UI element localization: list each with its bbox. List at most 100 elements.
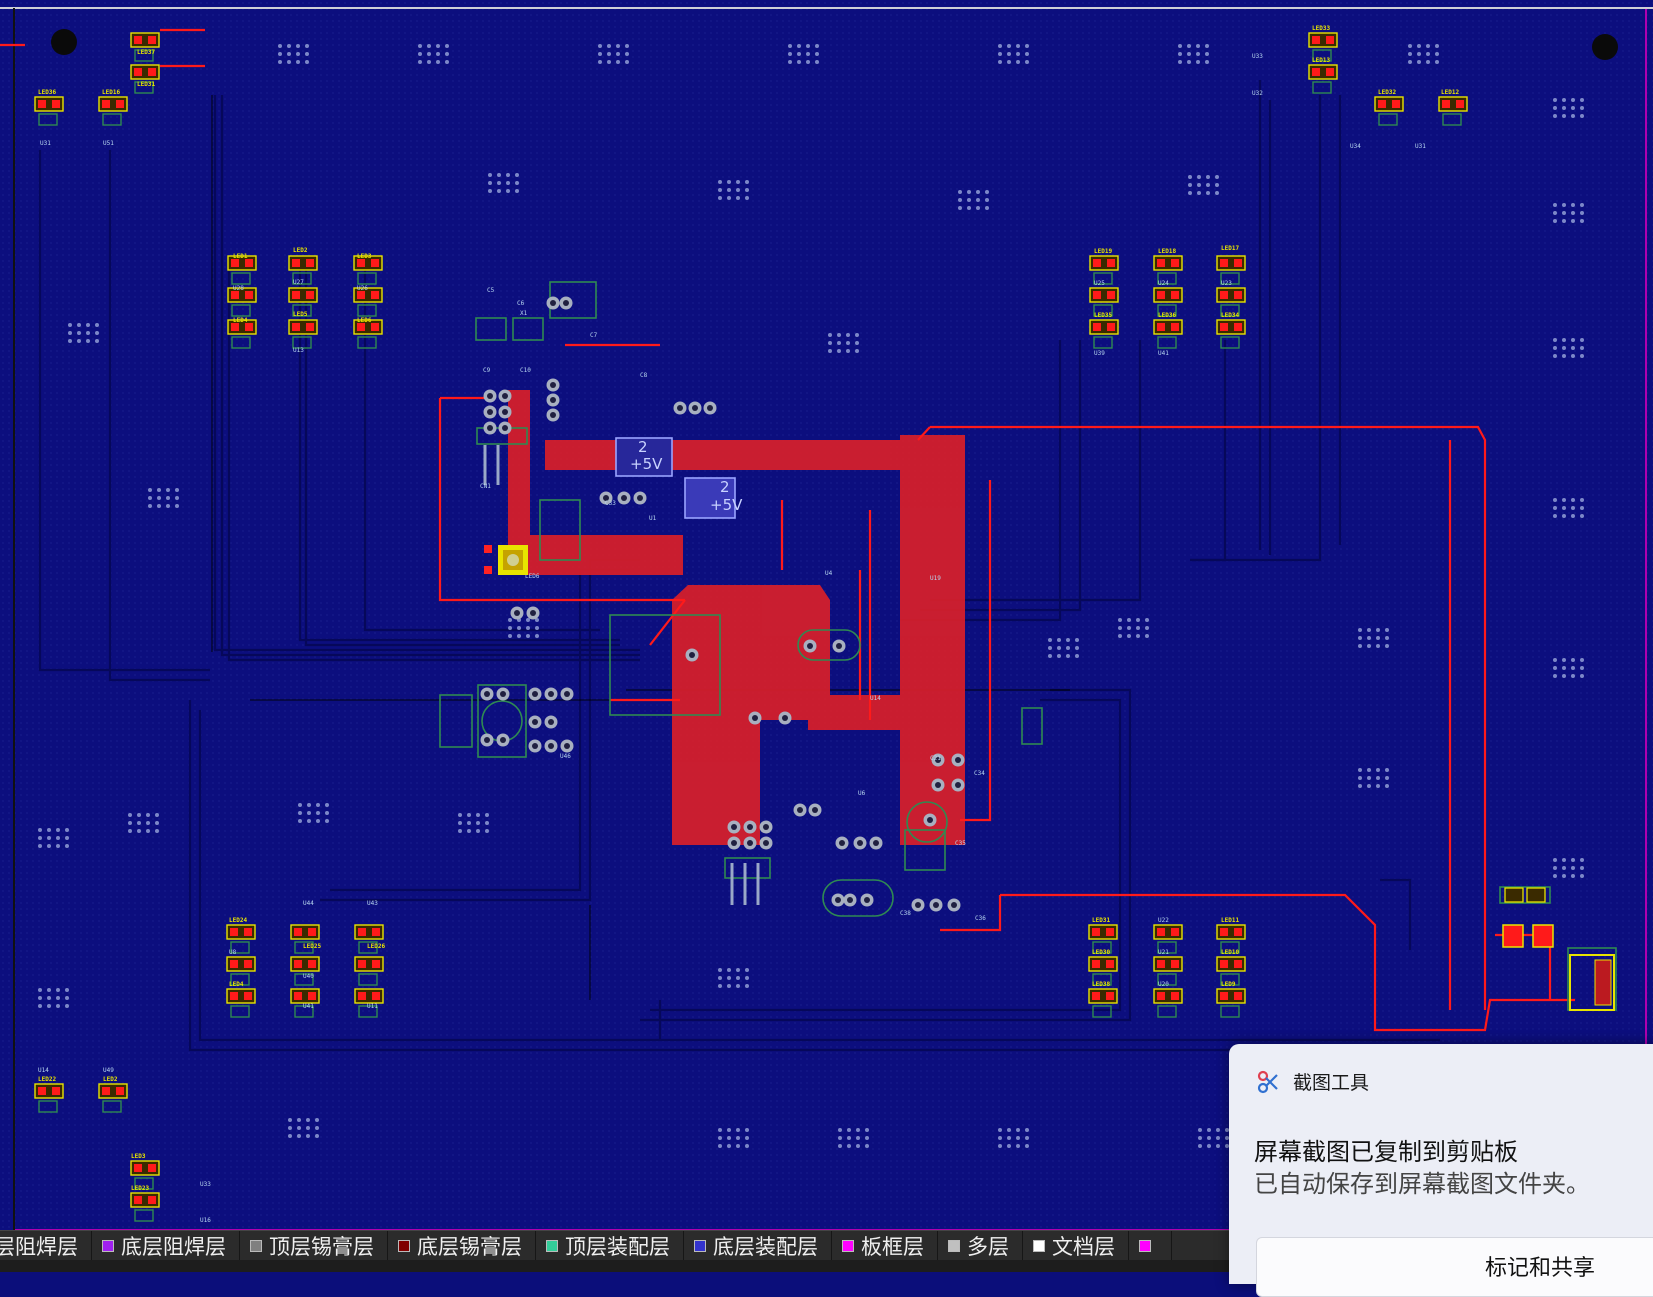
designator-label: C5 [487, 287, 495, 294]
designator-label: LED26 [367, 943, 385, 950]
designator-label: C7 [590, 332, 598, 339]
designator-label: LED6 [357, 317, 372, 324]
designator-label: U11 [367, 1003, 378, 1010]
designator-label: C34 [974, 770, 985, 777]
designator-label: U31 [1415, 143, 1426, 150]
layer-color-swatch [842, 1240, 854, 1252]
layer-tab[interactable]: 底层装配层 [684, 1231, 832, 1261]
layer-color-swatch [250, 1240, 262, 1252]
designator-label: LED34 [1221, 312, 1239, 319]
layer-tab-label: 多层 [967, 1235, 1009, 1259]
layer-color-swatch [102, 1240, 114, 1252]
layer-color-swatch [948, 1240, 960, 1252]
designator-label: U46 [560, 753, 571, 760]
designator-label: C33 [605, 500, 616, 507]
designator-label: U25 [1094, 280, 1105, 287]
layer-color-swatch [546, 1240, 558, 1252]
designator-label: LED37 [137, 49, 155, 56]
layer-tab-label: 底层阻焊层 [121, 1235, 226, 1259]
designator-label: LED31 [137, 81, 155, 88]
designator-label: X1 [520, 310, 528, 317]
designator-label: LED35 [1094, 312, 1112, 319]
designator-label: LED18 [1158, 248, 1176, 255]
designator-label: U40 [303, 973, 314, 980]
designator-label: U26 [357, 285, 368, 292]
designator-label: C10 [520, 367, 531, 374]
layer-tab[interactable]: 底层阻焊层 [92, 1231, 240, 1261]
designator-label: U19 [930, 575, 941, 582]
designator-label: U39 [1094, 350, 1105, 357]
designator-label: U1 [649, 515, 657, 522]
layer-tab[interactable]: 顶层锡膏层 [240, 1231, 388, 1261]
designator-label: LED11 [1221, 917, 1239, 924]
layer-tab-label: 板框层 [861, 1235, 924, 1259]
layer-tab[interactable]: 文档层 [1023, 1231, 1129, 1261]
designator-label: U23 [1221, 280, 1232, 287]
designator-label: LED4 [233, 317, 248, 324]
smd-pad-u14-2 [1532, 924, 1554, 948]
layer-tab-label: 底层装配层 [713, 1235, 818, 1259]
designator-label: LED36 [38, 89, 56, 96]
designator-label: U14 [870, 695, 881, 702]
layer-tab[interactable]: 顶层装配层 [536, 1231, 684, 1261]
designator-label: U51 [103, 140, 114, 147]
markup-and-share-button[interactable]: 标记和共享 [1256, 1237, 1653, 1297]
toast-body: 已自动保存到屏幕截图文件夹。 [1254, 1170, 1590, 1198]
snipping-tool-icon [1257, 1070, 1278, 1093]
designator-label: U22 [1158, 917, 1169, 924]
layer-tab[interactable]: 板框层 [832, 1231, 938, 1261]
layer-tab[interactable]: 底层锡膏层 [388, 1231, 536, 1261]
snipping-tool-notification[interactable]: 截图工具 屏幕截图已复制到剪贴板 已自动保存到屏幕截图文件夹。 标记和共享 [1229, 1044, 1653, 1297]
layer-tab[interactable]: 层阻焊层 [0, 1231, 92, 1261]
designator-label: LED24 [229, 917, 247, 924]
layer-color-swatch [1139, 1240, 1151, 1252]
designator-label: LED33 [1312, 25, 1330, 32]
designator-label: LED10 [1221, 949, 1239, 956]
layer-tab[interactable] [1129, 1231, 1172, 1261]
layer-tab[interactable]: 多层 [938, 1231, 1023, 1261]
mounting-hole-top-right [1592, 34, 1618, 60]
designator-label: U16 [200, 1217, 211, 1224]
layer-color-swatch [694, 1240, 706, 1252]
designator-label: LED3 [357, 253, 372, 260]
toast-title: 屏幕截图已复制到剪贴板 [1254, 1138, 1518, 1166]
designator-label: LED12 [1441, 89, 1459, 96]
layer-tab-label: 顶层锡膏层 [269, 1235, 374, 1259]
designator-label: LED4 [229, 981, 244, 988]
designator-label: LED9 [1221, 981, 1236, 988]
power-label-num-1: 2 [638, 438, 648, 456]
layer-tab-label: 顶层装配层 [565, 1235, 670, 1259]
layer-tab-label: 文档层 [1052, 1235, 1115, 1259]
through-hole-pads [480, 296, 1540, 912]
designator-label: U21 [1158, 949, 1169, 956]
markup-and-share-label: 标记和共享 [1485, 1256, 1596, 1281]
designator-label: U31 [40, 140, 51, 147]
designator-label: U33 [200, 1181, 211, 1188]
designator-label: LED25 [303, 943, 321, 950]
designator-label: LED19 [1094, 248, 1112, 255]
designator-label: U20 [1158, 981, 1169, 988]
designator-label: LED2 [103, 1076, 118, 1083]
designator-label: C8 [640, 372, 648, 379]
layer-color-swatch [398, 1240, 410, 1252]
designator-label: U8 [229, 949, 237, 956]
designator-label: C38 [900, 910, 911, 917]
designator-label: C6 [517, 300, 525, 307]
designator-label: LED38 [1092, 981, 1110, 988]
designator-label: LED5 [293, 311, 308, 318]
designator-label: U44 [303, 900, 314, 907]
layer-tab-label: 底层锡膏层 [417, 1235, 522, 1259]
designator-label: LED32 [1378, 89, 1396, 96]
designator-label: U41 [1158, 350, 1169, 357]
designator-label: LED23 [131, 1185, 149, 1192]
top-traces [0, 28, 1575, 1032]
designator-label: C21 [930, 755, 941, 762]
designator-label: LED1 [233, 253, 248, 260]
designator-label: LED2 [293, 247, 308, 254]
designator-label: U28 [233, 285, 244, 292]
designator-label: LED3 [131, 1153, 146, 1160]
designator-label: U33 [1252, 53, 1263, 60]
designator-label: U43 [367, 900, 378, 907]
designator-label: U24 [1158, 280, 1169, 287]
designator-label: U49 [103, 1067, 114, 1074]
